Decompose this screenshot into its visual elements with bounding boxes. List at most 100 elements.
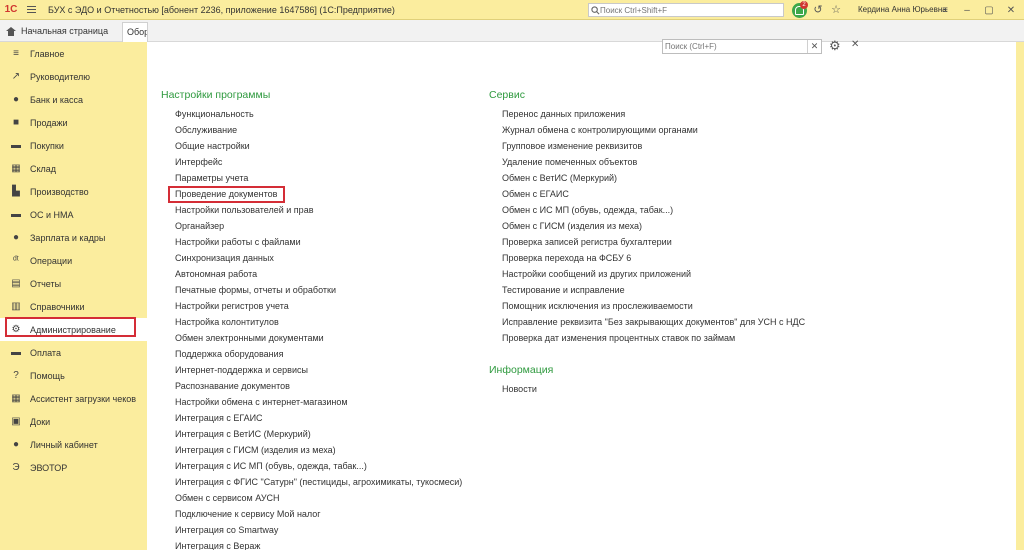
- global-search-input[interactable]: [600, 4, 780, 16]
- close-window-button[interactable]: ✕: [1000, 0, 1022, 20]
- sidebar-item[interactable]: ▙ Производство: [0, 180, 147, 203]
- settings-link[interactable]: Функциональность: [175, 109, 254, 119]
- sidebar-item-icon: ▦: [11, 393, 21, 404]
- settings-link[interactable]: Настройки обмена с интернет-магазином: [175, 397, 348, 407]
- settings-link[interactable]: Интернет-поддержка и сервисы: [175, 365, 308, 375]
- settings-link[interactable]: Обмен с ГИСМ (изделия из меха): [502, 221, 642, 231]
- settings-link[interactable]: Автономная работа: [175, 269, 257, 279]
- sidebar-item[interactable]: ▬ Оплата: [0, 341, 147, 364]
- settings-link[interactable]: Интеграция с ИС МП (обувь, одежда, табак…: [175, 461, 367, 471]
- sidebar-item-label: Склад: [30, 163, 57, 174]
- main-menu-icon[interactable]: [22, 0, 40, 20]
- settings-link[interactable]: Подключение к сервису Мой налог: [175, 509, 321, 519]
- sidebar-item-icon: ▥: [11, 301, 21, 312]
- settings-link[interactable]: Обмен электронными документами: [175, 333, 324, 343]
- sidebar: ≡ Главное ↗ Руководителю ● Банк и касса ■ Прода…: [0, 42, 147, 550]
- maximize-button[interactable]: ▢: [978, 0, 1000, 20]
- sidebar-item[interactable]: ● Зарплата и кадры: [0, 226, 147, 249]
- form-search[interactable]: ✕: [662, 39, 822, 54]
- settings-link[interactable]: Настройки сообщений из других приложений: [502, 269, 691, 279]
- sidebar-item-label: Продажи: [30, 117, 68, 128]
- section-title-info: Информация: [489, 364, 554, 376]
- sidebar-item-icon: ●: [12, 232, 20, 243]
- settings-link[interactable]: Новости: [502, 384, 537, 394]
- sidebar-item-label: Банк и касса: [30, 94, 83, 105]
- settings-link[interactable]: Интеграция с ЕГАИС: [175, 413, 263, 423]
- settings-link[interactable]: Интеграция с ВетИС (Меркурий): [175, 429, 311, 439]
- favorites-star-icon[interactable]: ☆: [829, 2, 843, 18]
- sidebar-item[interactable]: ↗ Руководителю: [0, 65, 147, 88]
- settings-link[interactable]: Проверка перехода на ФСБУ 6: [502, 253, 631, 263]
- sidebar-item[interactable]: ≡ Главное: [0, 42, 147, 65]
- sidebar-item-icon: ↗: [11, 71, 21, 82]
- settings-link[interactable]: Поддержка оборудования: [175, 349, 284, 359]
- settings-link[interactable]: Исправление реквизита "Без закрывающих д…: [502, 317, 805, 327]
- sidebar-item-label: Помощь: [30, 370, 65, 381]
- settings-link[interactable]: Проверка дат изменения процентных ставок…: [502, 333, 735, 343]
- section-title-service: Сервис: [489, 89, 525, 101]
- close-form-icon[interactable]: ✕: [851, 39, 859, 50]
- sidebar-item-label: Главное: [30, 48, 65, 59]
- sidebar-item[interactable]: ▦ Склад: [0, 157, 147, 180]
- settings-link[interactable]: Помощник исключения из прослеживаемости: [502, 301, 693, 311]
- settings-link[interactable]: Настройка колонтитулов: [175, 317, 279, 327]
- sidebar-item[interactable]: ▦ Ассистент загрузки чеков: [0, 387, 147, 410]
- settings-link[interactable]: Настройки регистров учета: [175, 301, 289, 311]
- settings-link[interactable]: Настройки пользователей и прав: [175, 205, 313, 215]
- sidebar-item[interactable]: ■ Продажи: [0, 111, 147, 134]
- settings-link[interactable]: Проверка записей регистра бухгалтерии: [502, 237, 672, 247]
- sidebar-item[interactable]: ▤ Отчеты: [0, 272, 147, 295]
- settings-link[interactable]: Печатные формы, отчеты и обработки: [175, 285, 336, 295]
- sidebar-item[interactable]: ▬ Покупки: [0, 134, 147, 157]
- sidebar-item[interactable]: ▥ Справочники: [0, 295, 147, 318]
- sidebar-item[interactable]: ▬ ОС и НМА: [0, 203, 147, 226]
- sidebar-item[interactable]: ? Помощь: [0, 364, 147, 387]
- notification-count-badge: 2: [800, 0, 808, 9]
- sidebar-item[interactable]: Э ЭВОТОР: [0, 456, 147, 479]
- sidebar-item-icon: ▬: [11, 347, 21, 358]
- minimize-button[interactable]: –: [956, 0, 978, 20]
- settings-link[interactable]: Синхронизация данных: [175, 253, 274, 263]
- settings-link[interactable]: Обмен с сервисом АУСН: [175, 493, 280, 503]
- settings-link[interactable]: Интеграция с Вераж: [175, 541, 260, 550]
- settings-link[interactable]: Интеграция со Smartway: [175, 525, 278, 535]
- app-menu-icon[interactable]: ≡: [934, 0, 956, 20]
- gear-icon[interactable]: ⚙: [829, 38, 841, 54]
- sidebar-item-label: Оплата: [30, 347, 61, 358]
- settings-link[interactable]: Обмен с ВетИС (Меркурий): [502, 173, 617, 183]
- tab-home[interactable]: Начальная страница: [0, 20, 118, 42]
- sidebar-item-label: Ассистент загрузки чеков: [30, 393, 137, 404]
- settings-link[interactable]: Общие настройки: [175, 141, 250, 151]
- sidebar-item-label: ЭВОТОР: [30, 462, 68, 473]
- settings-link[interactable]: Параметры учета: [175, 173, 248, 183]
- settings-link[interactable]: Обслуживание: [175, 125, 237, 135]
- sidebar-item[interactable]: ● Личный кабинет: [0, 433, 147, 456]
- sidebar-item[interactable]: ● Банк и касса: [0, 88, 147, 111]
- settings-link[interactable]: Интеграция с ГИСМ (изделия из меха): [175, 445, 336, 455]
- settings-link[interactable]: Настройки работы с файлами: [175, 237, 301, 247]
- sidebar-item-label: Руководителю: [30, 71, 91, 82]
- global-search[interactable]: [588, 3, 784, 17]
- tab-current[interactable]: Обор: [122, 22, 148, 42]
- settings-link[interactable]: Журнал обмена с контролирующими органами: [502, 125, 698, 135]
- settings-link[interactable]: Удаление помеченных объектов: [502, 157, 637, 167]
- settings-link[interactable]: Органайзер: [175, 221, 224, 231]
- settings-link[interactable]: Интеграция с ФГИС "Сатурн" (пестициды, а…: [175, 477, 462, 487]
- history-icon[interactable]: ↺: [811, 2, 825, 18]
- sidebar-item-icon: ᵈᵗ: [13, 255, 19, 266]
- notifications-bell-icon[interactable]: 2: [792, 0, 808, 18]
- settings-link[interactable]: Обмен с ЕГАИС: [502, 189, 569, 199]
- settings-link[interactable]: Распознавание документов: [175, 381, 290, 391]
- sidebar-item-icon: ≡: [13, 48, 19, 59]
- settings-link[interactable]: Обмен с ИС МП (обувь, одежда, табак...): [502, 205, 673, 215]
- sidebar-item-label: Личный кабинет: [30, 439, 98, 450]
- settings-link[interactable]: Групповое изменение реквизитов: [502, 141, 642, 151]
- form-search-input[interactable]: [663, 40, 807, 53]
- settings-link[interactable]: Интерфейс: [175, 157, 222, 167]
- sidebar-item[interactable]: ᵈᵗ Операции: [0, 249, 147, 272]
- app-logo[interactable]: 1С: [0, 0, 22, 20]
- settings-link[interactable]: Тестирование и исправление: [502, 285, 625, 295]
- clear-search-icon[interactable]: ✕: [807, 40, 821, 53]
- settings-link[interactable]: Перенос данных приложения: [502, 109, 625, 119]
- sidebar-item[interactable]: ▣ Доки: [0, 410, 147, 433]
